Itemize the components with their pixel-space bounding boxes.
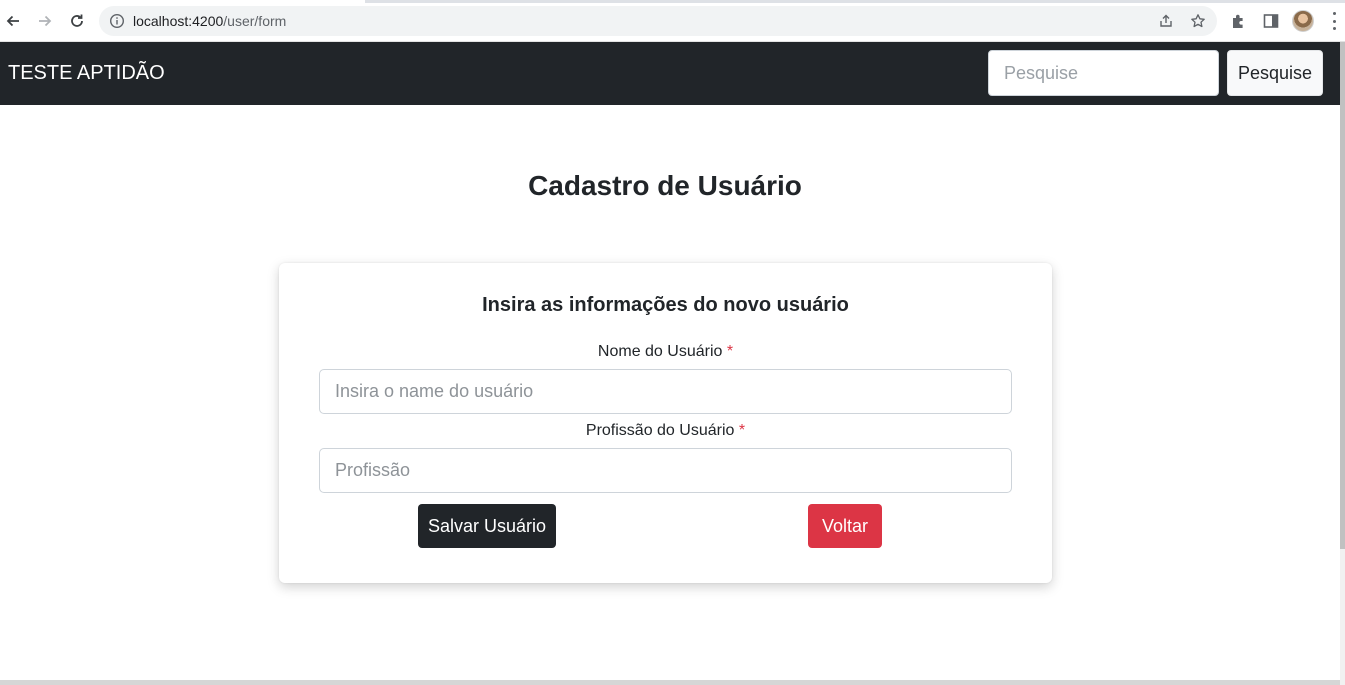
star-icon[interactable]: [1190, 13, 1206, 29]
user-form-card: Insira as informações do novo usuário No…: [279, 263, 1052, 583]
arrow-right-icon[interactable]: [33, 9, 57, 33]
page-title: Cadastro de Usuário: [528, 170, 802, 201]
app-navbar: TESTE APTIDÃO Pesquise: [0, 42, 1340, 105]
side-panel-icon[interactable]: [1262, 12, 1280, 30]
back-button[interactable]: Voltar: [808, 504, 882, 548]
kebab-menu-icon[interactable]: [1328, 12, 1340, 30]
user-profession-input[interactable]: [319, 448, 1012, 493]
scrollbar-thumb[interactable]: [1340, 42, 1345, 549]
name-field-label: Nome do Usuário *: [279, 343, 1052, 361]
arrow-left-icon[interactable]: [1, 9, 25, 33]
puzzle-icon[interactable]: [1230, 12, 1248, 30]
share-icon[interactable]: [1158, 13, 1174, 29]
user-name-input[interactable]: [319, 369, 1012, 414]
required-mark: *: [726, 343, 734, 360]
browser-toolbar: localhost:4200/user/form: [0, 0, 1345, 42]
search-input[interactable]: [988, 50, 1219, 96]
address-bar[interactable]: localhost:4200/user/form: [99, 6, 1217, 36]
url-text: localhost:4200/user/form: [133, 13, 286, 29]
tab-strip: [0, 0, 1345, 3]
name-label-text: Nome do Usuário: [597, 343, 723, 360]
card-title: Insira as informações do novo usuário: [482, 294, 849, 316]
horizontal-scrollbar[interactable]: [0, 680, 1340, 685]
url-host: localhost:4200: [133, 13, 224, 29]
info-icon[interactable]: [109, 13, 125, 29]
save-user-button[interactable]: Salvar Usuário: [418, 504, 556, 548]
brand-title[interactable]: TESTE APTIDÃO: [8, 62, 165, 85]
profession-field-label: Profissão do Usuário *: [279, 422, 1052, 440]
search-button[interactable]: Pesquise: [1227, 50, 1323, 96]
profession-label-text: Profissão do Usuário: [585, 422, 735, 439]
profile-avatar[interactable]: [1292, 10, 1314, 32]
vertical-scrollbar[interactable]: [1340, 42, 1345, 685]
url-path: /user/form: [223, 13, 287, 29]
required-mark: *: [738, 422, 746, 439]
reload-icon[interactable]: [65, 9, 89, 33]
